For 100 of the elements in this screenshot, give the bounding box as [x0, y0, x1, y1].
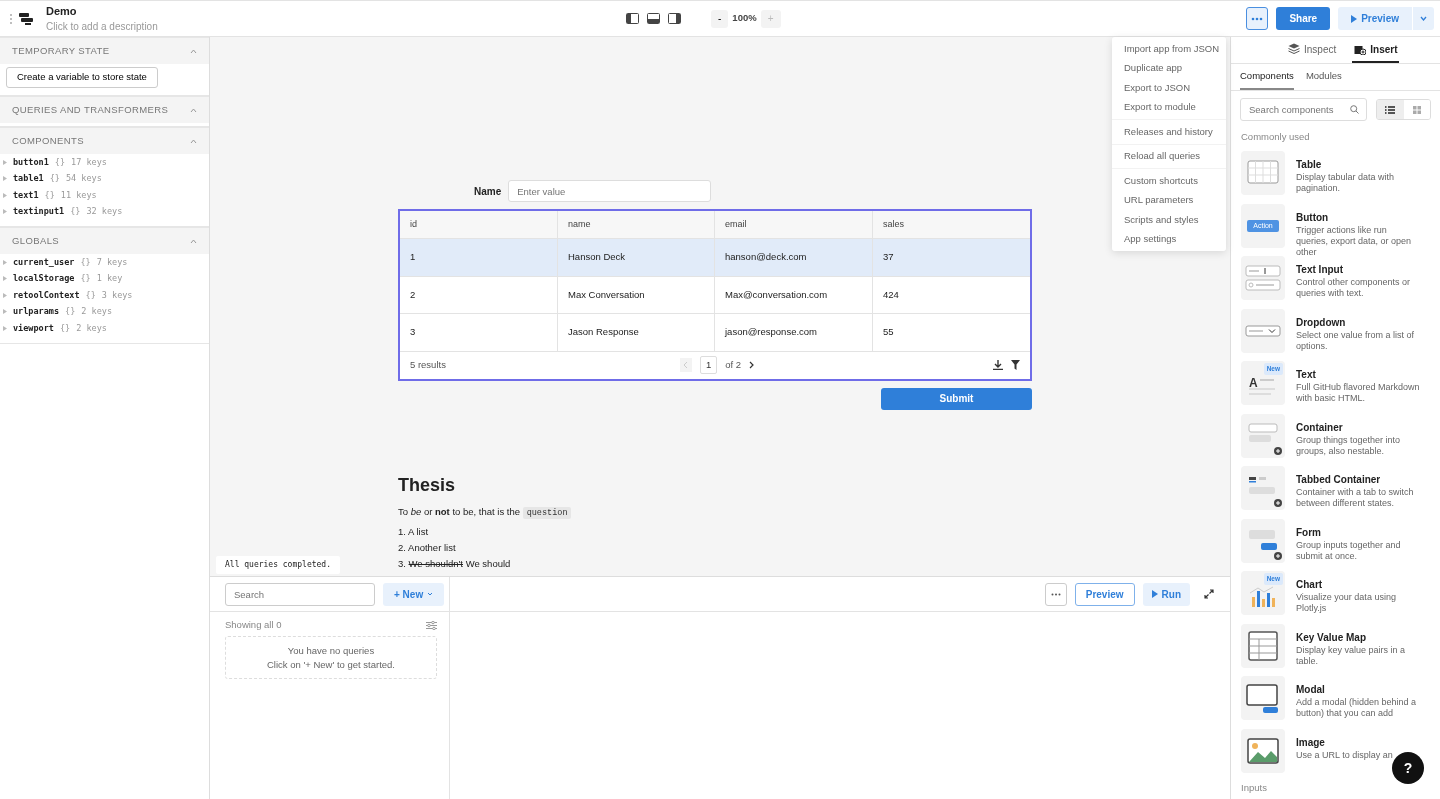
panel-subtab[interactable]: Components: [1240, 64, 1294, 90]
next-page-icon[interactable]: [749, 361, 756, 369]
share-button[interactable]: Share: [1276, 7, 1331, 30]
section-header[interactable]: GLOBALS: [0, 227, 209, 254]
section-header[interactable]: COMPONENTS: [0, 127, 209, 154]
expand-caret-icon[interactable]: [3, 292, 7, 298]
chart-drawing: [1249, 586, 1276, 609]
panel-subtab[interactable]: Modules: [1305, 64, 1342, 90]
list-item: 1. A list: [398, 525, 430, 540]
state-item[interactable]: text1 {} 11 keys: [0, 187, 209, 204]
state-item[interactable]: viewport {} 2 keys: [0, 320, 209, 337]
download-icon[interactable]: [993, 360, 1003, 370]
layout-right-icon[interactable]: [668, 13, 681, 24]
section-label: Commonly used: [1240, 130, 1311, 144]
state-item[interactable]: button1 {} 17 keys: [0, 154, 209, 171]
component-description: Group inputs together and submit at once.: [1296, 539, 1402, 562]
more-icon: [1251, 16, 1264, 21]
state-item[interactable]: urlparams {} 2 keys: [0, 303, 209, 320]
section-title: QUERIES AND TRANSFORMERS: [12, 102, 169, 117]
state-item[interactable]: localStorage {} 1 key: [0, 270, 209, 287]
run-button[interactable]: Run: [1142, 582, 1190, 606]
more-button[interactable]: [1246, 7, 1269, 30]
menu-item[interactable]: App settings: [1112, 229, 1226, 249]
component-description: Group things together into groups, also nestable.: [1296, 434, 1402, 457]
menu-item[interactable]: Custom shortcuts: [1112, 171, 1226, 191]
component-thumbnail[interactable]: [1241, 728, 1285, 773]
expand-caret-icon[interactable]: [3, 276, 7, 282]
filter-settings-icon[interactable]: [426, 620, 437, 630]
expand-caret-icon[interactable]: [3, 309, 7, 315]
layout-bottom-icon[interactable]: [647, 13, 660, 24]
component-thumbnail[interactable]: [1241, 466, 1285, 511]
text-paragraph: To be or not to be, that is the question: [398, 504, 1032, 520]
field-label: Name: [474, 184, 502, 199]
state-item[interactable]: table1 {} 54 keys: [0, 170, 209, 187]
page-total: of 2: [725, 357, 742, 372]
expand-caret-icon[interactable]: [3, 176, 7, 182]
expand-caret-icon[interactable]: [3, 259, 7, 265]
menu-item[interactable]: Import app from JSON: [1112, 39, 1226, 59]
key-count: 1 key: [96, 272, 123, 286]
component-thumbnail[interactable]: [1241, 256, 1285, 301]
item-name: viewport: [13, 321, 54, 335]
menu-item[interactable]: Reload all queries: [1112, 146, 1226, 166]
create-variable-button[interactable]: Create a variable to store state: [6, 67, 158, 88]
name-input[interactable]: Enter value: [508, 180, 712, 202]
preview-query-button[interactable]: Preview: [1074, 582, 1135, 606]
component-thumbnail[interactable]: [1241, 676, 1285, 721]
zoom-level: 100%: [732, 11, 757, 26]
component-thumbnail[interactable]: [1241, 151, 1285, 196]
section-header[interactable]: QUERIES AND TRANSFORMERS: [0, 96, 209, 123]
previous-page-icon[interactable]: [680, 358, 692, 372]
component-search-field[interactable]: Search components: [1240, 98, 1367, 121]
search-field[interactable]: Search: [225, 582, 375, 606]
zoom-out-button[interactable]: -: [711, 9, 729, 28]
panel-tab[interactable]: Inspect: [1286, 37, 1339, 63]
component-thumbnail[interactable]: [1241, 518, 1285, 563]
menu-item[interactable]: Releases and history: [1112, 122, 1226, 142]
page-number-field[interactable]: 1: [700, 355, 718, 375]
braces-label: {}: [65, 305, 76, 319]
app-title[interactable]: Demo: [46, 2, 626, 20]
expand-caret-icon[interactable]: [3, 325, 7, 331]
menu-item[interactable]: Export to JSON: [1112, 78, 1226, 98]
item-name: button1: [13, 155, 49, 169]
preview-options-button[interactable]: [1413, 7, 1434, 30]
item-name: table1: [13, 172, 44, 186]
list-view-button[interactable]: [1377, 100, 1404, 119]
component-thumbnail[interactable]: [1241, 413, 1285, 458]
expand-caret-icon[interactable]: [3, 159, 7, 165]
expand-icon[interactable]: [1204, 589, 1214, 599]
caret-icon: [1420, 16, 1427, 21]
state-item[interactable]: retoolContext {} 3 keys: [0, 287, 209, 304]
panel-tab[interactable]: Insert: [1352, 37, 1400, 63]
more-icon: [1050, 592, 1061, 596]
expand-caret-icon[interactable]: [3, 192, 7, 198]
app-logo-icon: [18, 10, 34, 27]
section-header[interactable]: TEMPORARY STATE: [0, 37, 209, 64]
component-thumbnail[interactable]: [1241, 623, 1285, 668]
list-item: 2. Another list: [398, 541, 457, 556]
state-item[interactable]: current_user {} 7 keys: [0, 254, 209, 271]
menu-item[interactable]: URL parameters: [1112, 190, 1226, 210]
menu-item[interactable]: Export to module: [1112, 97, 1226, 117]
more-button[interactable]: [1044, 582, 1067, 606]
component-description: Add a modal (hidden behind a button) that you can add: [1296, 697, 1418, 720]
menu-item[interactable]: Duplicate app: [1112, 58, 1226, 78]
caret-icon: [427, 592, 434, 596]
component-title: Dropdown: [1296, 315, 1347, 330]
state-item[interactable]: textinput1 {} 32 keys: [0, 203, 209, 220]
component-description: Full GitHub flavored Markdown with basic HTML.: [1296, 382, 1421, 405]
layout-left-icon[interactable]: [626, 13, 639, 24]
preview-button[interactable]: Preview: [1338, 7, 1412, 30]
expand-caret-icon[interactable]: [3, 209, 7, 215]
table-cell: Hanson Deck: [558, 239, 715, 277]
braces-label: {}: [85, 288, 96, 302]
submit-button[interactable]: Submit: [881, 387, 1032, 410]
status-tag: All queries completed.: [216, 556, 340, 574]
search-icon: [1350, 105, 1359, 114]
filter-icon[interactable]: [1011, 360, 1020, 370]
drag-handle-icon[interactable]: [8, 12, 14, 25]
new-query-button[interactable]: + New: [383, 582, 445, 606]
component-thumbnail[interactable]: [1241, 308, 1285, 353]
menu-item[interactable]: Scripts and styles: [1112, 210, 1226, 230]
